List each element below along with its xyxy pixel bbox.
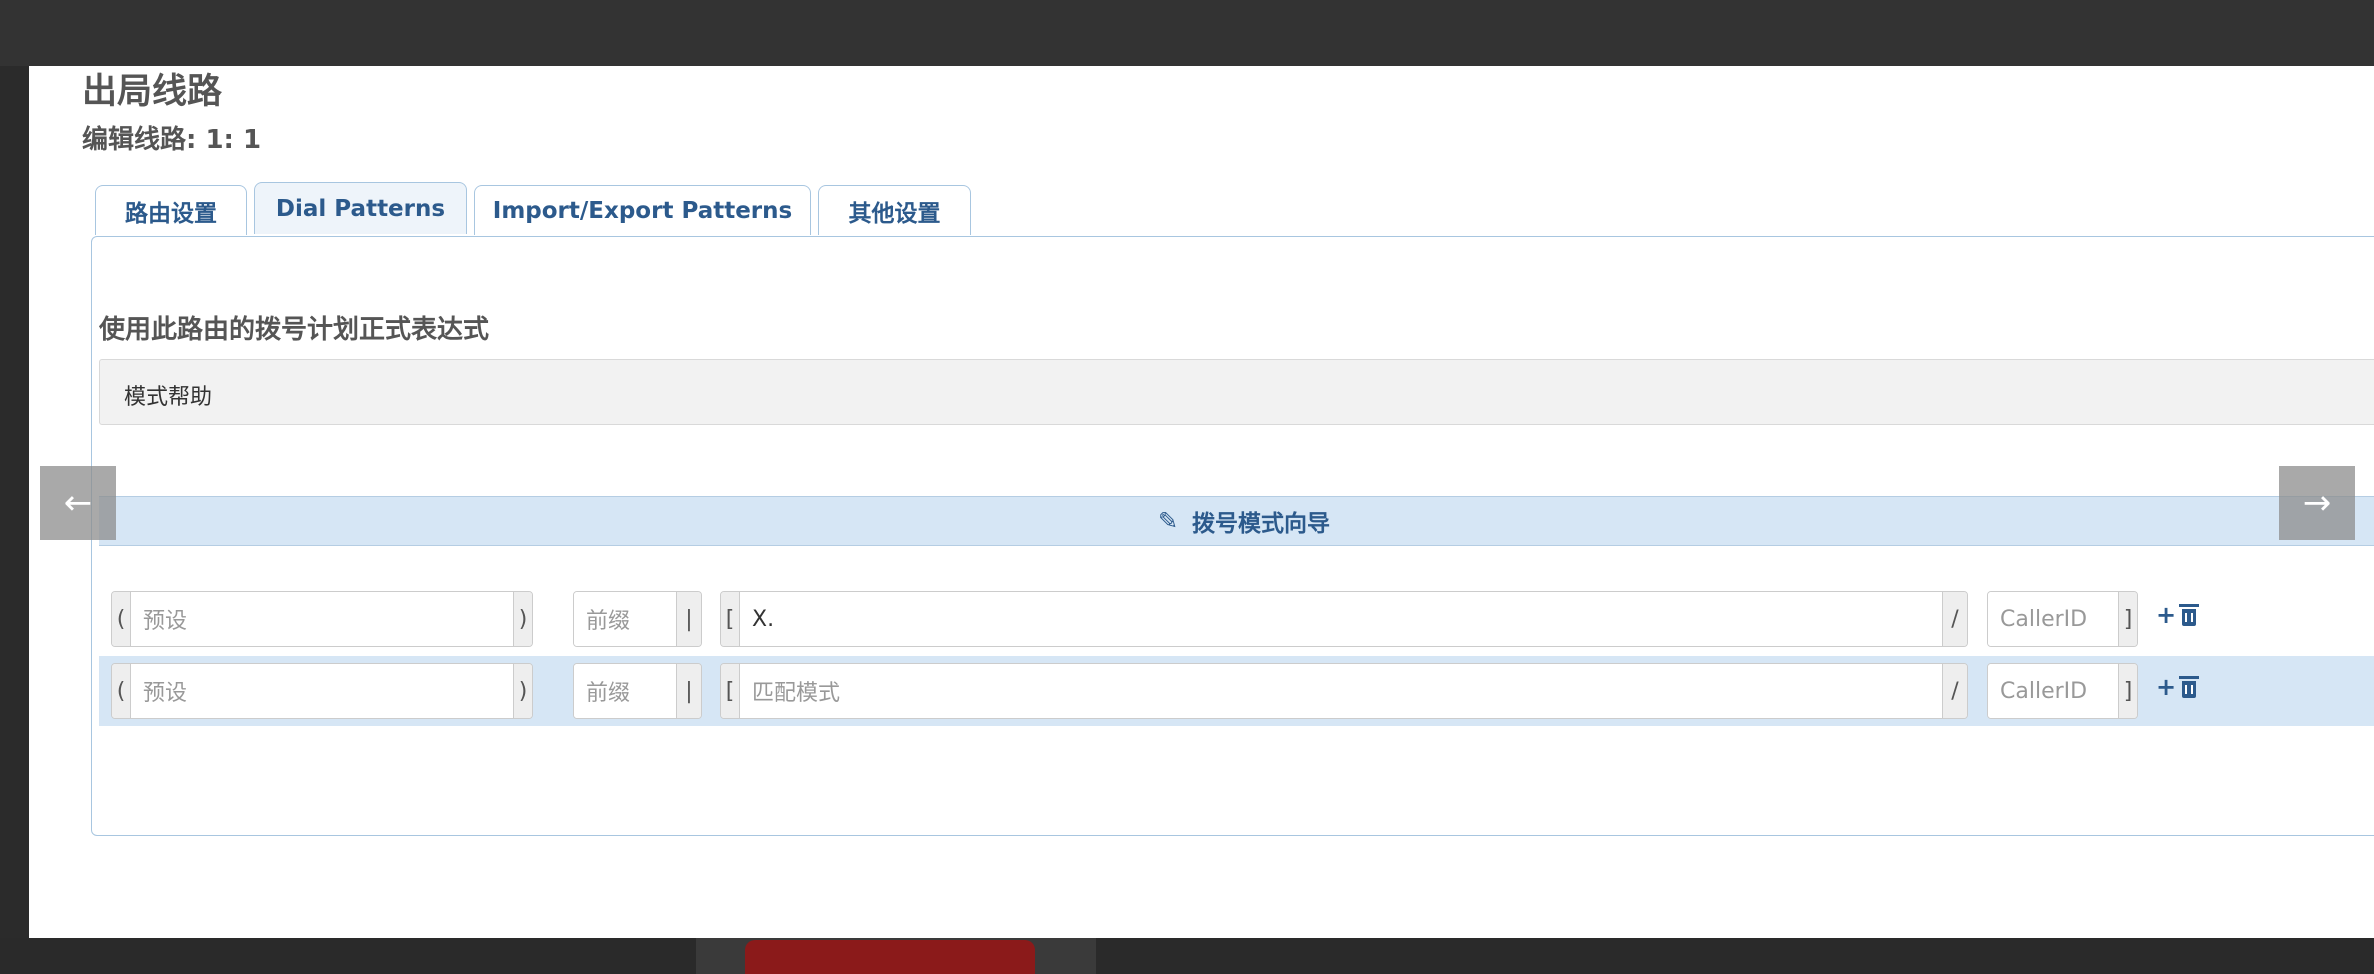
prepend-input-group: ( 预设 ) (111, 663, 533, 719)
prefix-input[interactable]: 前缀 (574, 664, 677, 718)
match-slash: / (1943, 664, 1967, 718)
match-open-bracket: [ (721, 664, 739, 718)
prepend-close-paren: ) (514, 664, 532, 718)
tab-import-export-patterns[interactable]: Import/Export Patterns (474, 185, 811, 235)
add-pattern-plus-icon[interactable]: + (2156, 673, 2176, 701)
prefix-input[interactable]: 前缀 (574, 592, 677, 646)
match-slash: / (1943, 592, 1967, 646)
next-arrow-button[interactable]: → (2279, 466, 2355, 540)
callerid-close-bracket: ] (2119, 592, 2137, 646)
tab-other-settings[interactable]: 其他设置 (818, 185, 971, 235)
dial-pattern-wizard-button[interactable]: ✎ 拨号模式向导 (99, 496, 2374, 546)
row-actions: + (2156, 601, 2200, 629)
prepend-input-group: ( 预设 ) (111, 591, 533, 647)
match-pattern-input-group: [ 匹配模式 / (720, 663, 1968, 719)
prepend-close-paren: ) (514, 592, 532, 646)
pattern-help-label: 模式帮助 (124, 385, 213, 410)
prepend-open-paren: ( (112, 664, 130, 718)
prepend-open-paren: ( (112, 592, 130, 646)
background-red-shape (745, 940, 1035, 974)
match-pattern-input-group: [ X. / (720, 591, 1968, 647)
page-subtitle: 编辑线路: 1: 1 (82, 125, 262, 155)
previous-arrow-button[interactable]: ← (40, 466, 116, 540)
match-pattern-input[interactable]: X. (739, 592, 1943, 646)
outbound-route-panel: 出局线路 编辑线路: 1: 1 路由设置 Dial Patterns Impor… (29, 66, 2374, 938)
add-pattern-plus-icon[interactable]: + (2156, 601, 2176, 629)
magic-wand-icon: ✎ (1157, 507, 1179, 535)
page-title: 出局线路 (82, 72, 223, 112)
tab-route-settings[interactable]: 路由设置 (95, 185, 247, 235)
window-top-bar (0, 0, 2374, 66)
delete-pattern-trash-icon[interactable] (2179, 603, 2200, 626)
match-open-bracket: [ (721, 592, 739, 646)
callerid-input[interactable]: CallerID (1988, 592, 2119, 646)
callerid-close-bracket: ] (2119, 664, 2137, 718)
prefix-input-group: 前缀 | (573, 663, 702, 719)
match-pattern-input[interactable]: 匹配模式 (739, 664, 1943, 718)
prepend-input[interactable]: 预设 (130, 664, 514, 718)
callerid-input-group: CallerID ] (1987, 663, 2138, 719)
prepend-input[interactable]: 预设 (130, 592, 514, 646)
tab-dial-patterns[interactable]: Dial Patterns (254, 182, 467, 234)
pattern-help-accordion[interactable]: 模式帮助 + (99, 359, 2374, 425)
prefix-input-group: 前缀 | (573, 591, 702, 647)
prefix-separator: | (677, 664, 701, 718)
callerid-input-group: CallerID ] (1987, 591, 2138, 647)
section-title: 使用此路由的拨号计划正式表达式 (99, 315, 490, 345)
wizard-label: 拨号模式向导 (1192, 511, 1331, 537)
window-bottom-bar (0, 938, 2374, 974)
delete-pattern-trash-icon[interactable] (2179, 675, 2200, 698)
prefix-separator: | (677, 592, 701, 646)
callerid-input[interactable]: CallerID (1988, 664, 2119, 718)
row-actions: + (2156, 673, 2200, 701)
